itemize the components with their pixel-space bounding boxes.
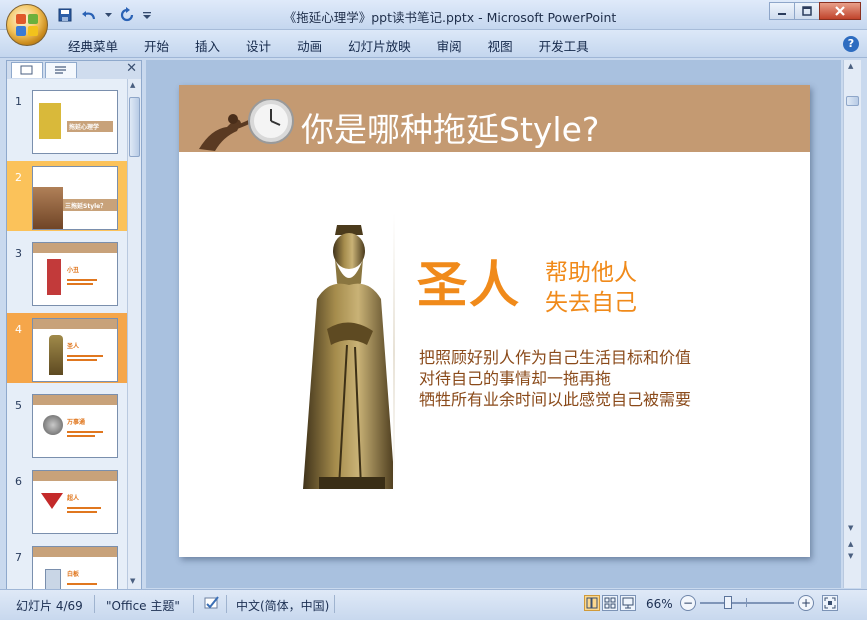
- help-icon[interactable]: ?: [843, 36, 859, 52]
- tab-home[interactable]: 开始: [131, 36, 182, 55]
- previous-slide-icon[interactable]: ▲: [848, 540, 853, 548]
- next-slide-icon[interactable]: ▼: [848, 552, 853, 560]
- language-indicator[interactable]: 中文(简体，中国): [236, 597, 329, 614]
- thumbnail-row[interactable]: 1 拖延心理学: [7, 85, 127, 155]
- quick-access-toolbar: [56, 6, 152, 24]
- superman-logo-image: [41, 493, 63, 509]
- slide-canvas[interactable]: 你是哪种拖延Style? 圣人 帮助他人 失去自己 把照顾好别人作为自己生活目标…: [179, 85, 810, 557]
- scrollbar-thumb[interactable]: [129, 97, 140, 157]
- whiteboard-image: [45, 569, 61, 589]
- pushing-clock-illustration: [199, 99, 294, 151]
- tab-slide-show[interactable]: 幻灯片放映: [335, 36, 424, 55]
- zoom-slider-handle[interactable]: [724, 596, 733, 609]
- tab-design[interactable]: 设计: [233, 36, 284, 55]
- slide-indicator: 幻灯片 4/69: [16, 599, 83, 613]
- slide-heading[interactable]: 圣人: [417, 245, 521, 317]
- normal-view-button[interactable]: [584, 595, 600, 611]
- divider: [393, 213, 395, 493]
- tab-outline[interactable]: [45, 62, 77, 78]
- tab-view[interactable]: 视图: [475, 36, 526, 55]
- undo-dropdown-icon[interactable]: [104, 6, 112, 24]
- slide-subheading-1[interactable]: 帮助他人: [545, 253, 637, 287]
- ribbon: 经典菜单 开始 插入 设计 动画 幻灯片放映 审阅 视图 开发工具 ?: [0, 30, 867, 58]
- fit-to-window-button[interactable]: [822, 595, 838, 611]
- tab-review[interactable]: 审阅: [424, 36, 475, 55]
- scrollbar-thumb[interactable]: [846, 96, 859, 106]
- scroll-up-arrow-icon[interactable]: ▲: [848, 62, 853, 70]
- undo-icon[interactable]: [80, 6, 98, 24]
- slide-thumbnail[interactable]: 白板: [32, 546, 118, 589]
- status-bar: 幻灯片 4/69 "Office 主题" 中文(简体，中国) 66% − +: [0, 589, 867, 620]
- redo-icon[interactable]: [118, 6, 136, 24]
- maximize-button[interactable]: [794, 2, 820, 20]
- office-button[interactable]: [6, 4, 48, 46]
- pane-tabs: ✕: [7, 61, 141, 79]
- thumbnail-scrollbar[interactable]: ▲ ▼: [127, 79, 141, 589]
- slides-pane: ✕ 1 拖延心理学 2 三拖延Style？ 3 小丑 4 圣人 5 万事通 6 …: [6, 60, 142, 590]
- ribbon-tabs: 经典菜单 开始 插入 设计 动画 幻灯片放映 审阅 视图 开发工具: [68, 36, 602, 55]
- thumbnail-row[interactable]: 7 白板: [7, 541, 127, 589]
- slide-thumbnail[interactable]: 小丑: [32, 242, 118, 306]
- thumbnail-row[interactable]: 5 万事通: [7, 389, 127, 459]
- rock-image: [33, 187, 63, 229]
- tab-slides[interactable]: [11, 62, 43, 78]
- slide-thumbnail[interactable]: 圣人: [32, 318, 118, 382]
- book-cover-image: [39, 103, 61, 139]
- slide-subheading-2[interactable]: 失去自己: [545, 283, 637, 317]
- tab-classic-menu[interactable]: 经典菜单: [68, 36, 131, 55]
- scroll-down-arrow-icon[interactable]: ▼: [848, 524, 853, 532]
- zoom-slider[interactable]: [700, 602, 794, 604]
- slide-body-line[interactable]: 牺牲所有业余时间以此感觉自己被需要: [419, 386, 691, 410]
- thumbnail-row[interactable]: 4 圣人: [7, 313, 127, 383]
- tab-animations[interactable]: 动画: [284, 36, 335, 55]
- sage-statue-image: [303, 225, 395, 489]
- office-logo-icon: [16, 14, 38, 36]
- zoom-out-button[interactable]: −: [680, 595, 696, 611]
- slide-show-view-button[interactable]: [620, 595, 636, 611]
- thumbnail-row[interactable]: 3 小丑: [7, 237, 127, 307]
- thumbnail-row[interactable]: 2 三拖延Style？: [7, 161, 127, 231]
- slide-scrollbar[interactable]: ▲ ▼ ▲ ▼: [843, 60, 861, 588]
- zoom-level[interactable]: 66%: [646, 597, 673, 611]
- statue-image: [49, 335, 63, 375]
- slide-thumbnail[interactable]: 三拖延Style？: [32, 166, 118, 230]
- globe-image: [43, 415, 63, 435]
- slide-sorter-view-button[interactable]: [602, 595, 618, 611]
- slide-thumbnail[interactable]: 超人: [32, 470, 118, 534]
- theme-name[interactable]: "Office 主题": [106, 597, 180, 614]
- scroll-up-arrow-icon[interactable]: ▲: [130, 81, 135, 89]
- zoom-in-button[interactable]: +: [798, 595, 814, 611]
- tab-insert[interactable]: 插入: [182, 36, 233, 55]
- customize-toolbar-icon[interactable]: [142, 6, 152, 24]
- minimize-button[interactable]: [769, 2, 795, 20]
- spell-check-icon[interactable]: [203, 595, 221, 614]
- close-pane-icon[interactable]: ✕: [126, 61, 137, 76]
- tab-developer[interactable]: 开发工具: [526, 36, 602, 55]
- slide-thumbnail[interactable]: 万事通: [32, 394, 118, 458]
- scroll-down-arrow-icon[interactable]: ▼: [130, 577, 135, 585]
- slide-thumbnails: 1 拖延心理学 2 三拖延Style？ 3 小丑 4 圣人 5 万事通 6 超人…: [7, 79, 127, 589]
- slide-thumbnail[interactable]: 拖延心理学: [32, 90, 118, 154]
- close-button[interactable]: [819, 2, 861, 20]
- thumbnail-row[interactable]: 6 超人: [7, 465, 127, 535]
- title-bar: 《拖延心理学》ppt读书笔记.pptx - Microsoft PowerPoi…: [0, 0, 867, 30]
- clown-image: [47, 259, 61, 295]
- title-banner: 你是哪种拖延Style?: [179, 85, 810, 152]
- window-title: 《拖延心理学》ppt读书笔记.pptx - Microsoft PowerPoi…: [283, 10, 617, 25]
- window-controls: [769, 2, 861, 20]
- slide-title[interactable]: 你是哪种拖延Style?: [301, 103, 599, 151]
- save-icon[interactable]: [56, 6, 74, 24]
